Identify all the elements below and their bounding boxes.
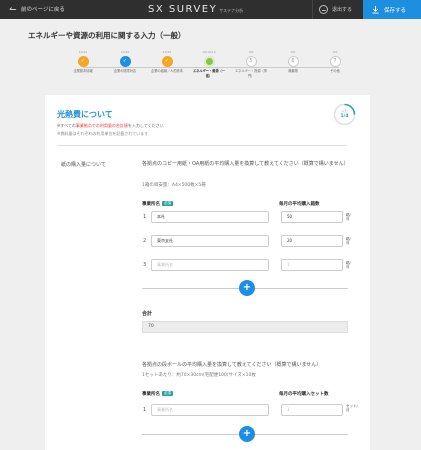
check-icon: ✓ (77, 56, 89, 67)
top-bar: 前のページに戻る SX SURVEY サステナ分析 退出する 保存する (0, 0, 421, 19)
unit-label: 箱/月 (346, 237, 351, 245)
section-note: ※すべての事業拠点での利用量の合計値を入力してください (57, 123, 164, 128)
question-label: 紙の購入量について (61, 162, 106, 168)
add-row-button[interactable]: + (239, 426, 255, 442)
add-row-button[interactable]: + (239, 280, 255, 296)
exit-icon (319, 5, 328, 14)
step-5[interactable]: 0/0 5 エネルギー・資源（専門） (234, 50, 268, 78)
save-button[interactable]: 保存する (363, 0, 421, 19)
back-label: 前のページに戻る (21, 6, 65, 13)
logo: SX SURVEY サステナ分析 (148, 4, 244, 15)
question-sub-2: 1セットあたり：約70×30cm(宅配便100)サイズ×10枚 (142, 373, 256, 378)
step-4[interactable]: 10/10/10 エネルギー・資源（一般） (192, 50, 226, 78)
col-header-amount: 毎月の平均購入セット数 (279, 392, 329, 397)
save-label: 保存する (384, 7, 407, 14)
question-text: 各拠点のコピー用紙・OA用紙の平均購入量を換算して教えてください（概算で構いませ… (142, 161, 349, 167)
unit-label: 箱/月 (346, 213, 351, 221)
row-number: 3 (143, 262, 147, 268)
col-header-amount: 毎月の平均購入箱数 (279, 202, 320, 207)
step-7[interactable]: 0/0 7 その他 (318, 50, 352, 74)
amount-input[interactable]: 50 (281, 211, 343, 223)
section-note-2: ※燃料量はそれぞれの利用単位を記載されています (57, 131, 149, 136)
check-icon: ✓ (119, 56, 131, 67)
col-header-name: 事業所名 必須 (142, 201, 173, 207)
total-label: 合計 (142, 311, 153, 317)
progress-gauge: 入力 1/4 (333, 103, 356, 126)
download-icon (372, 5, 379, 14)
step-2[interactable]: 10/10 ✓ 企業の環境対応 (108, 50, 142, 74)
amount-input[interactable]: 1 (281, 259, 343, 271)
office-name-input[interactable]: 事業所名 (151, 259, 269, 271)
section-title: 光熱費について (57, 110, 113, 119)
exit-label: 退出する (332, 7, 353, 13)
unit-label: 箱/月 (346, 261, 351, 269)
step-1[interactable]: 10/10 ✓ 企業基本情報 (66, 50, 100, 74)
check-icon: ✓ (161, 56, 173, 67)
back-button[interactable]: 前のページに戻る (8, 4, 65, 13)
page-title: エネルギーや資源の利用に関する入力（一般） (28, 31, 186, 40)
total-value: 70 (142, 321, 348, 333)
office-name-input[interactable]: 事業所名 (151, 404, 269, 416)
row-number: 1 (143, 407, 147, 413)
amount-input[interactable]: 1 (281, 404, 343, 416)
form-card: 光熱費について ※すべての事業拠点での利用量の合計値を入力してください ※燃料量… (45, 95, 370, 450)
amount-input[interactable]: 20 (281, 235, 343, 247)
unit-label: セット/月 (346, 404, 358, 412)
question-text-2: 各拠点の段ボールの平均購入量を換算して教えてください（概算で構いません） (142, 362, 322, 368)
row-number: 1 (143, 214, 147, 220)
step-6[interactable]: 0/0 6 廃棄物 (276, 50, 310, 74)
current-step-dot (203, 56, 215, 67)
row-number: 2 (143, 238, 147, 244)
step-3[interactable]: 10/10 ✓ 企業の組織／人的資本 (150, 50, 184, 74)
office-name-input[interactable]: 東京支社 (151, 235, 269, 247)
arrow-left-icon (9, 7, 17, 10)
progress-stepper: 10/10 ✓ 企業基本情報 10/10 ✓ 企業の環境対応 10/10 ✓ 企… (66, 50, 356, 90)
col-header-name: 事業所名 必須 (142, 391, 173, 397)
exit-button[interactable]: 退出する (312, 0, 363, 19)
office-name-input[interactable]: 本社 (151, 211, 269, 223)
question-sub: 1箱の目安量：A4×500枚×5冊 (142, 183, 206, 188)
